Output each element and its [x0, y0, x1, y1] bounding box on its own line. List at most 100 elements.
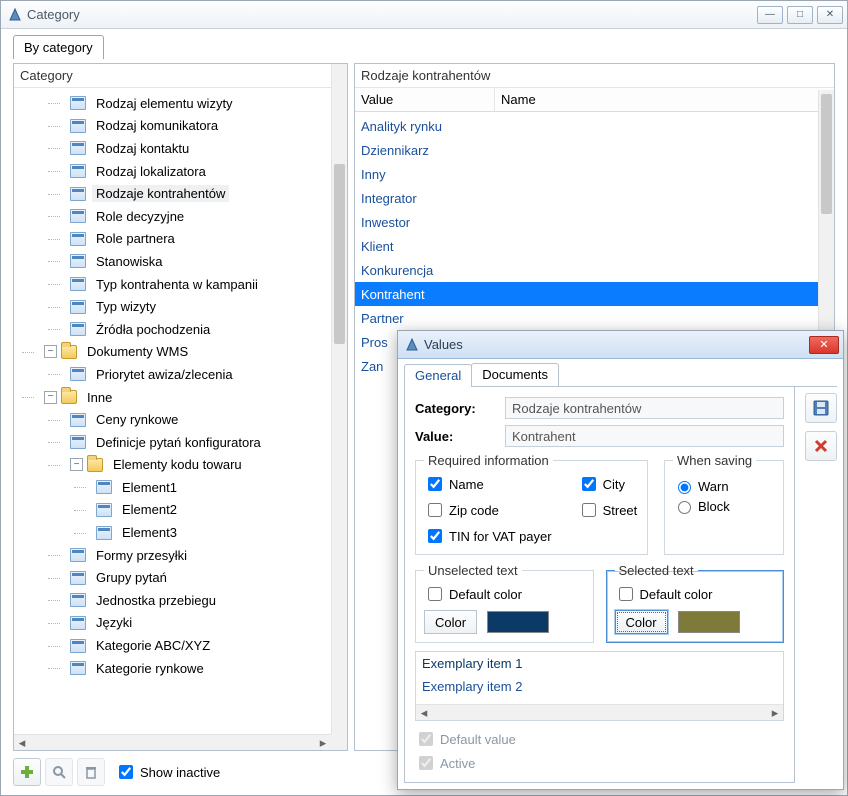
maximize-button[interactable]: □ — [787, 6, 813, 24]
expand-icon[interactable]: − — [44, 345, 57, 358]
expand-icon[interactable]: − — [70, 458, 83, 471]
tab-documents[interactable]: Documents — [471, 363, 559, 386]
tree-node[interactable]: Role partnera — [14, 228, 331, 251]
tree-node[interactable]: Rodzaj komunikatora — [14, 115, 331, 138]
list-row[interactable]: Inwestor — [355, 210, 818, 234]
tree-node[interactable]: Element1 — [14, 476, 331, 499]
value-field[interactable] — [505, 425, 784, 447]
column-name[interactable]: Name — [495, 88, 834, 111]
tree-node[interactable]: Element2 — [14, 499, 331, 522]
scroll-right-icon[interactable]: ▸ — [315, 735, 331, 750]
dialog-close-button[interactable]: ✕ — [809, 336, 839, 354]
exemplary-item-2[interactable]: Exemplary item 2 — [416, 675, 783, 698]
saving-block[interactable]: Block — [673, 498, 775, 514]
category-field[interactable] — [505, 397, 784, 419]
tree-node-label: Rodzaj lokalizatora — [92, 163, 210, 180]
scroll-right-icon[interactable]: ▸ — [767, 705, 783, 720]
dialog-body: General Documents Category: Value: Requ — [404, 363, 837, 783]
tree-node[interactable]: Grupy pytań — [14, 566, 331, 589]
right-panel-header: Rodzaje kontrahentów — [355, 64, 834, 88]
req-tin[interactable]: TIN for VAT payer — [424, 526, 552, 546]
tree-node-label: Element2 — [118, 501, 181, 518]
tree-node-label: Formy przesyłki — [92, 547, 191, 564]
tree-node[interactable]: Języki — [14, 612, 331, 635]
list-row[interactable]: Inny — [355, 162, 818, 186]
left-horizontal-scrollbar[interactable]: ◂ ▸ — [14, 734, 331, 750]
folder-icon — [61, 345, 77, 359]
req-name[interactable]: Name — [424, 474, 552, 494]
expand-icon[interactable]: − — [44, 391, 57, 404]
list-row[interactable]: Dziennikarz — [355, 138, 818, 162]
tree-node[interactable]: Jednostka przebiegu — [14, 589, 331, 612]
tree-node[interactable]: Kategorie ABC/XYZ — [14, 634, 331, 657]
default-value-checkbox[interactable]: Default value — [415, 729, 784, 749]
tree-node[interactable]: Typ kontrahenta w kampanii — [14, 273, 331, 296]
tree-node[interactable]: Definicje pytań konfiguratora — [14, 431, 331, 454]
column-value[interactable]: Value — [355, 88, 495, 111]
tab-general[interactable]: General — [404, 364, 472, 387]
req-zip[interactable]: Zip code — [424, 500, 552, 520]
list-row[interactable]: Analityk rynku — [355, 114, 818, 138]
saving-warn[interactable]: Warn — [673, 478, 775, 494]
tree-node-label: Źródła pochodzenia — [92, 321, 214, 338]
save-button[interactable] — [805, 393, 837, 423]
tree-node[interactable]: Rodzaj elementu wizyty — [14, 92, 331, 115]
tree-node[interactable]: Źródła pochodzenia — [14, 318, 331, 341]
left-panel-header: Category — [14, 64, 347, 88]
selected-color-button[interactable]: Color — [615, 610, 668, 634]
tree-node[interactable]: Typ wizyty — [14, 295, 331, 318]
card-icon — [96, 503, 112, 517]
tree-node[interactable]: Rodzaje kontrahentów — [14, 182, 331, 205]
minimize-button[interactable]: ― — [757, 6, 783, 24]
tree-node-label: Stanowiska — [92, 253, 166, 270]
tree-node[interactable]: Priorytet awiza/zlecenia — [14, 363, 331, 386]
unselected-color-button[interactable]: Color — [424, 610, 477, 634]
tree-node[interactable]: Formy przesyłki — [14, 544, 331, 567]
exemplary-item-1[interactable]: Exemplary item 1 — [416, 652, 783, 675]
cancel-button[interactable] — [805, 431, 837, 461]
tree-node[interactable]: − Dokumenty WMS — [14, 341, 331, 364]
add-button[interactable] — [13, 758, 41, 786]
tree-node[interactable]: Rodzaj lokalizatora — [14, 160, 331, 183]
tree-node-label: Priorytet awiza/zlecenia — [92, 366, 237, 383]
left-vertical-scrollbar[interactable] — [331, 64, 347, 734]
tree-node[interactable]: −Elementy kodu towaru — [14, 454, 331, 477]
tree-node[interactable]: Rodzaj kontaktu — [14, 137, 331, 160]
list-row[interactable]: Integrator — [355, 186, 818, 210]
category-tree[interactable]: Rodzaj elementu wizytyRodzaj komunikator… — [14, 90, 331, 734]
list-row[interactable]: Partner — [355, 306, 818, 330]
app-icon — [7, 7, 23, 23]
show-inactive-input[interactable] — [119, 765, 133, 779]
active-checkbox[interactable]: Active — [415, 753, 784, 773]
search-button[interactable] — [45, 758, 73, 786]
list-row[interactable]: Konkurencja — [355, 258, 818, 282]
exemplary-hscroll[interactable]: ◂ ▸ — [416, 704, 783, 720]
tree-node[interactable]: Element3 — [14, 521, 331, 544]
req-street[interactable]: Street — [578, 500, 638, 520]
tree-node-label: Dokumenty WMS — [83, 343, 192, 360]
tab-by-category[interactable]: By category — [13, 35, 104, 59]
selected-default-color[interactable]: Default color — [615, 584, 776, 604]
tree-node[interactable]: − Inne — [14, 386, 331, 409]
show-inactive-checkbox[interactable]: Show inactive — [115, 762, 220, 782]
req-city[interactable]: City — [578, 474, 638, 494]
delete-button[interactable] — [77, 758, 105, 786]
scroll-left-icon[interactable]: ◂ — [416, 705, 432, 720]
tree-node[interactable]: Role decyzyjne — [14, 205, 331, 228]
card-icon — [70, 413, 86, 427]
dialog-app-icon — [404, 337, 420, 353]
tree-node[interactable]: Kategorie rynkowe — [14, 657, 331, 680]
list-row[interactable]: Klient — [355, 234, 818, 258]
close-button[interactable]: ✕ — [817, 6, 843, 24]
tree-node[interactable]: Ceny rynkowe — [14, 408, 331, 431]
list-row[interactable]: Kontrahent — [355, 282, 818, 306]
card-icon — [70, 96, 86, 110]
tree-node[interactable]: Stanowiska — [14, 250, 331, 273]
main-titlebar: Category ― □ ✕ — [1, 1, 847, 29]
card-icon — [70, 254, 86, 268]
selected-legend: Selected text — [615, 563, 698, 578]
tree-node-label: Inne — [83, 389, 116, 406]
unselected-default-color[interactable]: Default color — [424, 584, 585, 604]
selected-text-group: Selected text Default color Color — [606, 563, 785, 643]
scroll-left-icon[interactable]: ◂ — [14, 735, 30, 750]
